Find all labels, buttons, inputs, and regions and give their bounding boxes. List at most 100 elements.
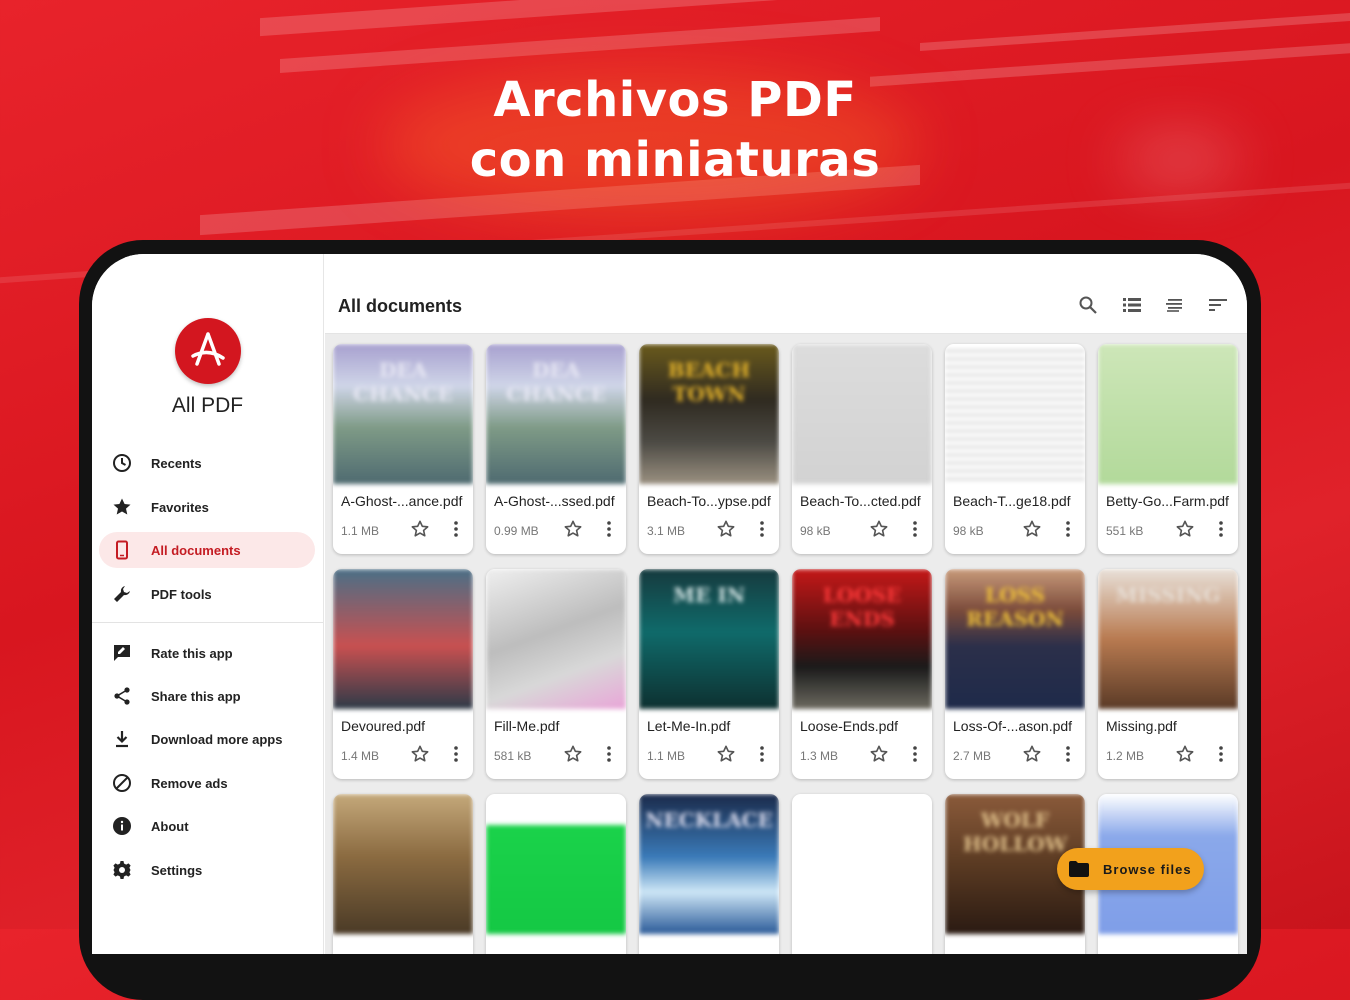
document-thumbnail	[945, 344, 1085, 484]
star-icon[interactable]	[1176, 520, 1194, 538]
sidebar-item-label: Share this app	[151, 688, 241, 704]
cover-title: BEACH TOWN	[667, 358, 751, 406]
document-thumbnail: DEA CHANCE	[333, 344, 473, 484]
browse-files-label: Browse files	[1103, 861, 1192, 877]
document-thumbnail: ME IN	[639, 569, 779, 709]
document-card[interactable]: Beach-To...cted.pdf 98 kB	[792, 344, 932, 554]
info-icon	[112, 816, 132, 836]
document-card[interactable]: LOOSE ENDS Loose-Ends.pdf 1.3 MB	[792, 569, 932, 779]
browse-files-button[interactable]: Browse files	[1057, 848, 1204, 890]
wrench-icon	[112, 584, 132, 604]
document-card[interactable]	[486, 794, 626, 954]
document-thumbnail	[486, 794, 626, 934]
star-icon[interactable]	[870, 520, 888, 538]
document-size: 1.1 MB	[341, 524, 380, 538]
sidebar-item-label: Rate this app	[151, 645, 233, 661]
star-icon[interactable]	[1023, 745, 1041, 763]
cover-title: NECKLACE	[645, 808, 773, 832]
sidebar-item-remove-ads[interactable]: Remove ads	[99, 765, 315, 801]
sidebar-item-pdf-tools[interactable]: PDF tools	[99, 576, 315, 612]
sort-icon[interactable]	[1164, 294, 1186, 316]
document-card[interactable]	[333, 794, 473, 954]
download-icon	[112, 729, 132, 749]
clock-icon	[112, 453, 132, 473]
document-thumbnail	[1098, 344, 1238, 484]
star-icon[interactable]	[411, 520, 429, 538]
document-size: 551 kB	[1106, 524, 1144, 538]
headline-line-1: Archivos PDF	[493, 72, 857, 128]
more-options-icon[interactable]	[906, 745, 924, 763]
document-card[interactable]: BEACH TOWN Beach-To...ypse.pdf 3.1 MB	[639, 344, 779, 554]
star-icon[interactable]	[564, 745, 582, 763]
more-options-icon[interactable]	[600, 745, 618, 763]
cover-title: MISSING	[1115, 583, 1221, 607]
document-size: 98 kB	[800, 524, 831, 538]
document-card[interactable]: ME IN Let-Me-In.pdf 1.1 MB	[639, 569, 779, 779]
star-icon[interactable]	[717, 520, 735, 538]
search-icon[interactable]	[1077, 294, 1099, 316]
more-options-icon[interactable]	[600, 520, 618, 538]
document-name: Loose-Ends.pdf	[800, 718, 899, 734]
document-card[interactable]: Betty-Go...Farm.pdf 551 kB	[1098, 344, 1238, 554]
star-icon[interactable]	[1176, 745, 1194, 763]
more-options-icon[interactable]	[753, 745, 771, 763]
star-icon[interactable]	[717, 745, 735, 763]
document-name: Beach-T...ge18.pdf	[953, 493, 1071, 509]
more-options-icon[interactable]	[1212, 520, 1230, 538]
star-icon	[112, 497, 132, 517]
document-card[interactable]: DEA CHANCE A-Ghost-...ance.pdf 1.1 MB	[333, 344, 473, 554]
document-card[interactable]: LOSS REASON Loss-Of-...ason.pdf 2.7 MB	[945, 569, 1085, 779]
document-size: 3.1 MB	[647, 524, 686, 538]
document-thumbnail: LOSS REASON	[945, 569, 1085, 709]
sidebar-item-favorites[interactable]: Favorites	[99, 489, 315, 525]
document-card[interactable]: Devoured.pdf 1.4 MB	[333, 569, 473, 779]
document-card[interactable]: Fill-Me.pdf 581 kB	[486, 569, 626, 779]
document-card[interactable]	[792, 794, 932, 954]
document-name: Fill-Me.pdf	[494, 718, 560, 734]
cover-title: LOSS REASON	[966, 583, 1064, 631]
more-options-icon[interactable]	[906, 520, 924, 538]
document-card[interactable]: DEA CHANCE A-Ghost-...ssed.pdf 0.99 MB	[486, 344, 626, 554]
document-size: 98 kB	[953, 524, 984, 538]
star-icon[interactable]	[411, 745, 429, 763]
document-size: 1.1 MB	[647, 749, 686, 763]
cover-title: DEA CHANCE	[353, 358, 453, 406]
document-size: 0.99 MB	[494, 524, 539, 538]
star-icon[interactable]	[564, 520, 582, 538]
star-icon[interactable]	[870, 745, 888, 763]
sidebar-item-all-documents[interactable]: All documents	[99, 532, 315, 568]
document-size: 1.2 MB	[1106, 749, 1145, 763]
sidebar-item-download-apps[interactable]: Download more apps	[99, 721, 315, 757]
more-options-icon[interactable]	[1059, 745, 1077, 763]
sidebar-item-share-app[interactable]: Share this app	[99, 678, 315, 714]
document-thumbnail	[792, 344, 932, 484]
document-card[interactable]: Beach-T...ge18.pdf 98 kB	[945, 344, 1085, 554]
list-view-icon[interactable]	[1121, 294, 1143, 316]
star-icon[interactable]	[1023, 520, 1041, 538]
more-options-icon[interactable]	[447, 745, 465, 763]
sidebar-item-label: PDF tools	[151, 586, 212, 602]
rate-icon	[112, 643, 132, 663]
document-name: A-Ghost-...ssed.pdf	[494, 493, 615, 509]
document-thumbnail: BEACH TOWN	[639, 344, 779, 484]
sidebar-item-recents[interactable]: Recents	[99, 445, 315, 481]
more-options-icon[interactable]	[1212, 745, 1230, 763]
more-options-icon[interactable]	[447, 520, 465, 538]
sidebar-item-rate-app[interactable]: Rate this app	[99, 635, 315, 671]
sidebar-item-about[interactable]: About	[99, 808, 315, 844]
document-name: Devoured.pdf	[341, 718, 426, 734]
filter-icon[interactable]	[1207, 294, 1229, 316]
document-card[interactable]: MISSING Missing.pdf 1.2 MB	[1098, 569, 1238, 779]
document-name: Betty-Go...Farm.pdf	[1106, 493, 1229, 509]
top-app-bar: All documents	[325, 254, 1247, 334]
more-options-icon[interactable]	[753, 520, 771, 538]
bg-stripe	[920, 12, 1350, 52]
document-thumbnail	[792, 794, 932, 934]
document-name: Beach-To...ypse.pdf	[647, 493, 771, 509]
more-options-icon[interactable]	[1059, 520, 1077, 538]
sidebar-item-settings[interactable]: Settings	[99, 852, 315, 888]
sidebar-item-label: All documents	[151, 542, 241, 558]
document-size: 1.4 MB	[341, 749, 380, 763]
gear-icon	[112, 860, 132, 880]
document-card[interactable]: NECKLACE	[639, 794, 779, 954]
